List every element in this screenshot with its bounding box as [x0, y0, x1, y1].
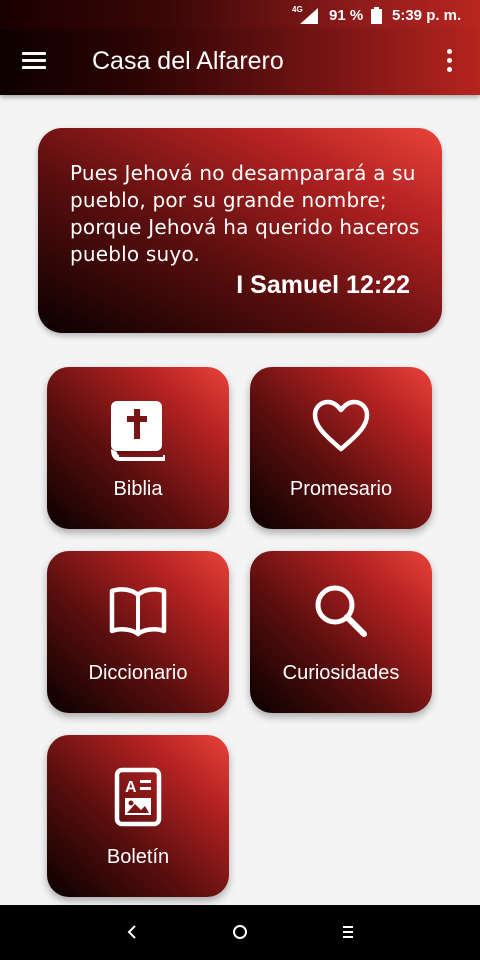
- verse-reference: I Samuel 12:22: [236, 271, 410, 299]
- tile-label: Promesario: [289, 478, 393, 500]
- clock: 5:39 p. m.: [392, 7, 462, 24]
- system-nav-bar: [0, 905, 480, 960]
- newsletter-icon: A: [114, 767, 162, 827]
- tile-biblia[interactable]: Biblia: [47, 367, 229, 529]
- verse-text: Pues Jehová no desamparará a su pueblo, …: [70, 161, 420, 266]
- battery-icon: [371, 7, 382, 24]
- heart-icon: [312, 399, 370, 452]
- verse-of-the-day-card[interactable]: Pues Jehová no desamparará a su pueblo, …: [38, 128, 442, 333]
- svg-text:A: A: [125, 779, 137, 796]
- tile-curiosidades[interactable]: Curiosidades: [250, 551, 432, 713]
- home-icon[interactable]: [230, 922, 250, 942]
- open-book-icon: [109, 587, 167, 637]
- tile-boletin[interactable]: A Boletín: [47, 735, 229, 897]
- app-bar: Casa del Alfarero: [0, 30, 480, 95]
- tile-label: Boletín: [106, 846, 170, 868]
- hamburger-menu-icon[interactable]: [22, 52, 48, 74]
- recents-icon[interactable]: [340, 922, 356, 942]
- status-bar: 4G 91 % 5:39 p. m.: [0, 0, 480, 30]
- bible-icon: [111, 401, 165, 461]
- search-icon: [315, 585, 367, 637]
- app-title: Casa del Alfarero: [92, 47, 284, 75]
- tile-diccionario[interactable]: Diccionario: [47, 551, 229, 713]
- more-vert-icon[interactable]: [440, 49, 458, 75]
- tile-label: Diccionario: [88, 662, 188, 684]
- tile-label: Biblia: [113, 478, 163, 500]
- battery-percent: 91 %: [329, 7, 364, 24]
- tile-label: Curiosidades: [282, 662, 400, 684]
- tile-promesario[interactable]: Promesario: [250, 367, 432, 529]
- signal-icon: [300, 8, 318, 24]
- back-icon[interactable]: [124, 922, 140, 942]
